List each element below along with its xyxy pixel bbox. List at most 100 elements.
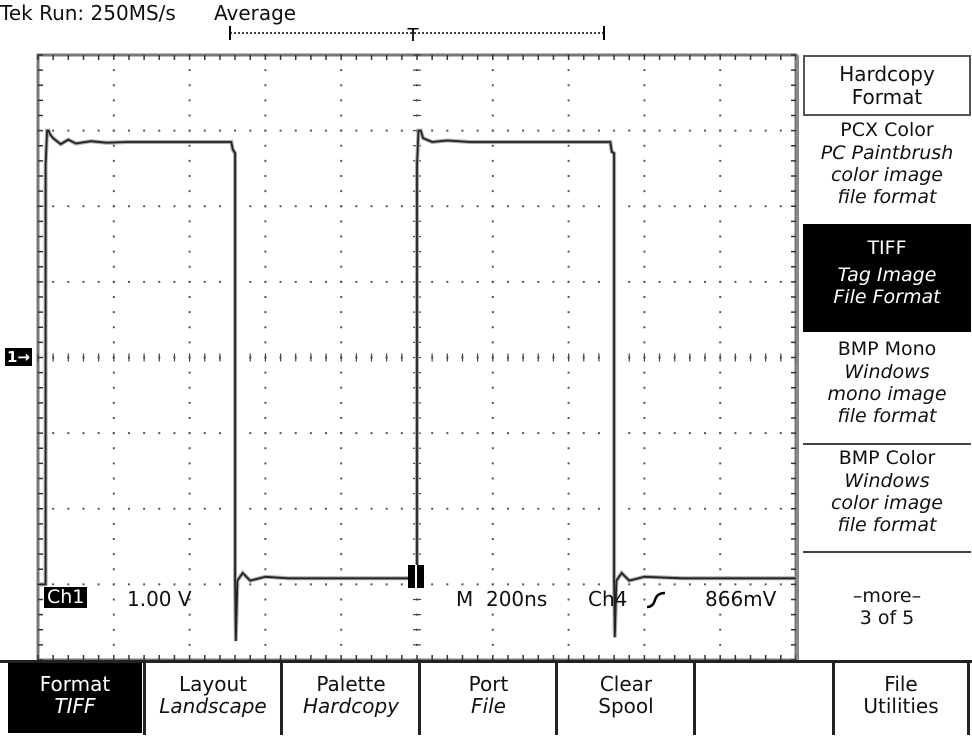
channel-label: Ch1 <box>44 587 88 608</box>
grid-dot <box>643 477 646 480</box>
grid-dot <box>643 250 646 253</box>
bottom-button-clear-spool[interactable]: Clear Spool <box>558 663 694 733</box>
grid-dot <box>188 114 191 117</box>
grid-dot <box>158 507 161 510</box>
grid-dot <box>537 129 540 132</box>
grid-dot <box>704 583 707 586</box>
grid-dot <box>340 538 343 540</box>
grid-dot <box>643 159 646 162</box>
grid-dot <box>643 144 646 147</box>
grid-dot <box>506 205 509 208</box>
grid-dot <box>188 583 191 586</box>
grid-dot <box>127 583 130 586</box>
grid-dot <box>112 144 115 147</box>
bottom-button-port[interactable]: Port File <box>421 663 556 733</box>
grid-dot <box>446 507 449 510</box>
grid-dot <box>370 432 373 435</box>
side-item-desc: Windows <box>844 361 930 383</box>
side-item-desc: file format <box>837 514 937 536</box>
side-item-bmp-mono[interactable]: BMP Mono Windows mono image file format <box>803 338 971 442</box>
bottom-button-file-utilities[interactable]: File Utilities <box>835 663 967 733</box>
side-item-tiff[interactable]: TIFF Tag Image File Format <box>803 224 971 332</box>
grid-dot <box>491 99 494 102</box>
bottom-button-format[interactable]: Format TIFF <box>8 663 142 733</box>
grid-dot <box>249 129 252 132</box>
grid-dot <box>567 417 570 419</box>
bottom-button-palette[interactable]: Palette Hardcopy <box>283 663 419 733</box>
grid-dot <box>567 265 570 268</box>
grid-dot <box>355 280 358 283</box>
grid-dot <box>385 129 388 132</box>
grid-dot <box>188 371 191 374</box>
grid-dot <box>264 144 267 147</box>
grid-dot <box>567 296 570 298</box>
grid-dot <box>279 205 282 208</box>
bottom-button-layout[interactable]: Layout Landscape <box>146 663 280 733</box>
grid-dot <box>143 280 146 283</box>
grid-dot <box>567 129 570 132</box>
grid-dot <box>112 628 115 631</box>
grid-dot <box>264 553 267 556</box>
grid-dot <box>188 538 191 540</box>
grid-dot <box>704 205 707 208</box>
grid-dot <box>112 220 115 223</box>
grid-dot <box>173 432 176 435</box>
grid-dot <box>491 613 494 616</box>
grid-dot <box>355 583 358 586</box>
side-item-desc: mono image <box>827 383 947 405</box>
side-item-bmp-color[interactable]: BMP Color Windows color image file forma… <box>803 443 971 551</box>
grid-dot <box>340 129 343 132</box>
grid-dot <box>734 583 737 586</box>
grid-dot <box>158 432 161 435</box>
ch1-reference-marker[interactable]: 1→ <box>5 348 33 366</box>
grid-dot <box>567 507 570 510</box>
grid-dot <box>719 643 722 646</box>
grid-dot <box>613 129 616 132</box>
side-menu: Hardcopy Format PCX Color PC Paintbrush … <box>796 55 972 660</box>
grid-dot <box>567 447 570 450</box>
grid-dot <box>249 432 252 435</box>
grid-dot <box>643 492 646 495</box>
button-value: File <box>471 694 506 718</box>
grid-dot <box>461 432 464 435</box>
grid-dot <box>188 477 191 480</box>
grid-dot <box>264 205 267 208</box>
grid-dot <box>779 583 782 586</box>
grid-dot <box>673 432 676 435</box>
grid-dot <box>112 462 115 465</box>
grid-dot <box>658 432 661 435</box>
grid-dot <box>264 462 267 465</box>
grid-dot <box>491 280 494 283</box>
grid-dot <box>264 235 267 238</box>
grid-dot <box>355 432 358 435</box>
grid-dot <box>537 280 540 283</box>
grid-dot <box>719 129 722 132</box>
grid-dot <box>567 280 570 283</box>
grid-dot <box>749 583 752 586</box>
button-label: Format <box>39 672 111 696</box>
side-item-pcx-color[interactable]: PCX Color PC Paintbrush color image file… <box>803 119 971 223</box>
grid-dot <box>431 205 434 208</box>
grid-dot <box>506 280 509 283</box>
grid-dot <box>704 280 707 283</box>
grid-dot <box>112 447 115 450</box>
grid-dot <box>597 507 600 510</box>
grid-dot <box>188 522 191 525</box>
more-button[interactable]: –more– 3 of 5 <box>803 585 971 629</box>
grid-dot <box>309 280 312 283</box>
grid-dot <box>491 69 494 72</box>
grid-dot <box>567 159 570 162</box>
grid-dot <box>779 129 782 132</box>
grid-dot <box>658 583 661 586</box>
grid-dot <box>249 507 252 510</box>
grid-dot <box>370 583 373 586</box>
bottom-button-empty[interactable] <box>696 663 831 733</box>
grid-dot <box>749 205 752 208</box>
grid-dot <box>188 129 191 132</box>
grid-dot <box>264 250 267 253</box>
grid-dot <box>582 280 585 283</box>
grid-dot <box>552 205 555 208</box>
grid-dot <box>279 583 282 586</box>
grid-dot <box>158 280 161 283</box>
grid-dot <box>643 114 646 117</box>
